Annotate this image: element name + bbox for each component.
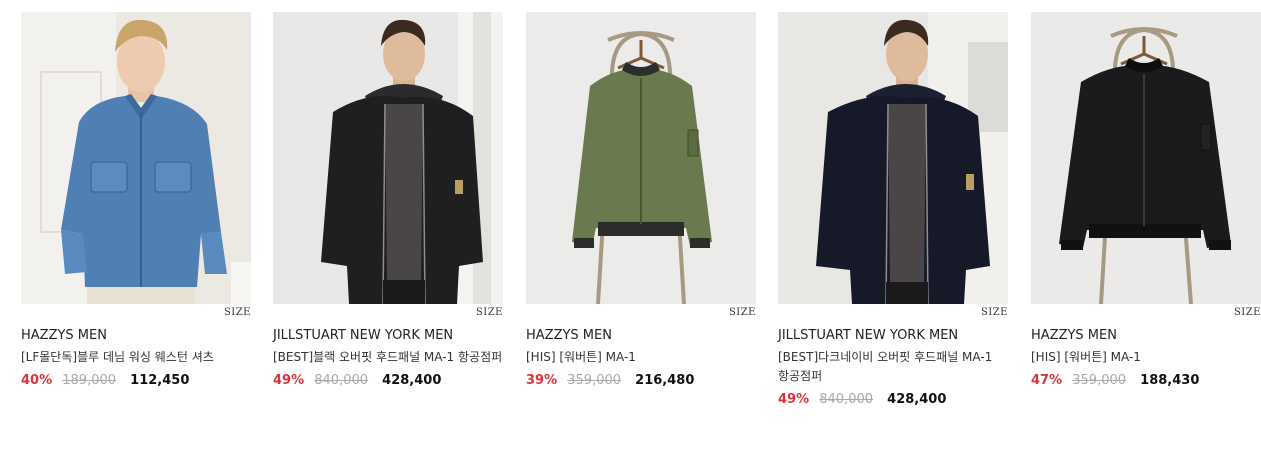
product-grid: SIZE HAZZYS MEN [LF몰단독]블루 데님 워싱 웨스턴 셔츠 4… — [21, 12, 1261, 449]
size-label[interactable]: SIZE — [21, 304, 251, 321]
product-brand[interactable]: HAZZYS MEN — [21, 327, 251, 344]
price-row: 47% 359,000 188,430 — [1031, 373, 1261, 389]
original-price: 840,000 — [314, 373, 369, 388]
product-image-navy-hooded-jacket[interactable] — [778, 12, 1008, 304]
discount-rate: 49% — [778, 392, 810, 407]
product-name[interactable]: [BEST]블랙 오버핏 후드패널 MA-1 항공점퍼 — [273, 348, 503, 367]
discount-rate: 49% — [273, 373, 305, 388]
product-brand[interactable]: HAZZYS MEN — [1031, 327, 1261, 344]
product-name[interactable]: [LF몰단독]블루 데님 워싱 웨스턴 셔츠 — [21, 348, 251, 367]
price-row: 39% 359,000 216,480 — [526, 373, 756, 389]
product-name[interactable]: [BEST]다크네이비 오버핏 후드패널 MA-1 항공점퍼 — [778, 348, 1008, 386]
discount-rate: 47% — [1031, 373, 1063, 388]
product-image-denim-shirt[interactable] — [21, 12, 251, 304]
price-row: 49% 840,000 428,400 — [273, 373, 503, 389]
price-row: 49% 840,000 428,400 — [778, 392, 1008, 408]
original-price: 359,000 — [567, 373, 622, 388]
product-image-black-hooded-jacket[interactable] — [273, 12, 503, 304]
sale-price: 188,430 — [1140, 373, 1200, 388]
sale-price: 428,400 — [887, 392, 947, 407]
size-label[interactable]: SIZE — [273, 304, 503, 321]
size-label[interactable]: SIZE — [526, 304, 756, 321]
product-card[interactable]: SIZE HAZZYS MEN [HIS] [워버튼] MA-1 39% 359… — [526, 12, 756, 389]
product-brand[interactable]: JILLSTUART NEW YORK MEN — [778, 327, 1008, 344]
product-card[interactable]: SIZE JILLSTUART NEW YORK MEN [BEST]다크네이비… — [778, 12, 1008, 408]
product-brand[interactable]: JILLSTUART NEW YORK MEN — [273, 327, 503, 344]
product-card[interactable]: SIZE HAZZYS MEN [LF몰단독]블루 데님 워싱 웨스턴 셔츠 4… — [21, 12, 251, 389]
discount-rate: 40% — [21, 373, 53, 388]
original-price: 189,000 — [62, 373, 117, 388]
price-row: 40% 189,000 112,450 — [21, 373, 251, 389]
product-brand[interactable]: HAZZYS MEN — [526, 327, 756, 344]
product-card[interactable]: SIZE JILLSTUART NEW YORK MEN [BEST]블랙 오버… — [273, 12, 503, 389]
sale-price: 112,450 — [130, 373, 190, 388]
size-label[interactable]: SIZE — [778, 304, 1008, 321]
product-name[interactable]: [HIS] [워버튼] MA-1 — [1031, 348, 1261, 367]
product-card[interactable]: SIZE HAZZYS MEN [HIS] [워버튼] MA-1 47% 359… — [1031, 12, 1261, 389]
product-name[interactable]: [HIS] [워버튼] MA-1 — [526, 348, 756, 367]
original-price: 840,000 — [819, 392, 874, 407]
sale-price: 216,480 — [635, 373, 695, 388]
product-image-black-ma1[interactable] — [1031, 12, 1261, 304]
product-image-khaki-ma1[interactable] — [526, 12, 756, 304]
original-price: 359,000 — [1072, 373, 1127, 388]
sale-price: 428,400 — [382, 373, 442, 388]
discount-rate: 39% — [526, 373, 558, 388]
size-label[interactable]: SIZE — [1031, 304, 1261, 321]
